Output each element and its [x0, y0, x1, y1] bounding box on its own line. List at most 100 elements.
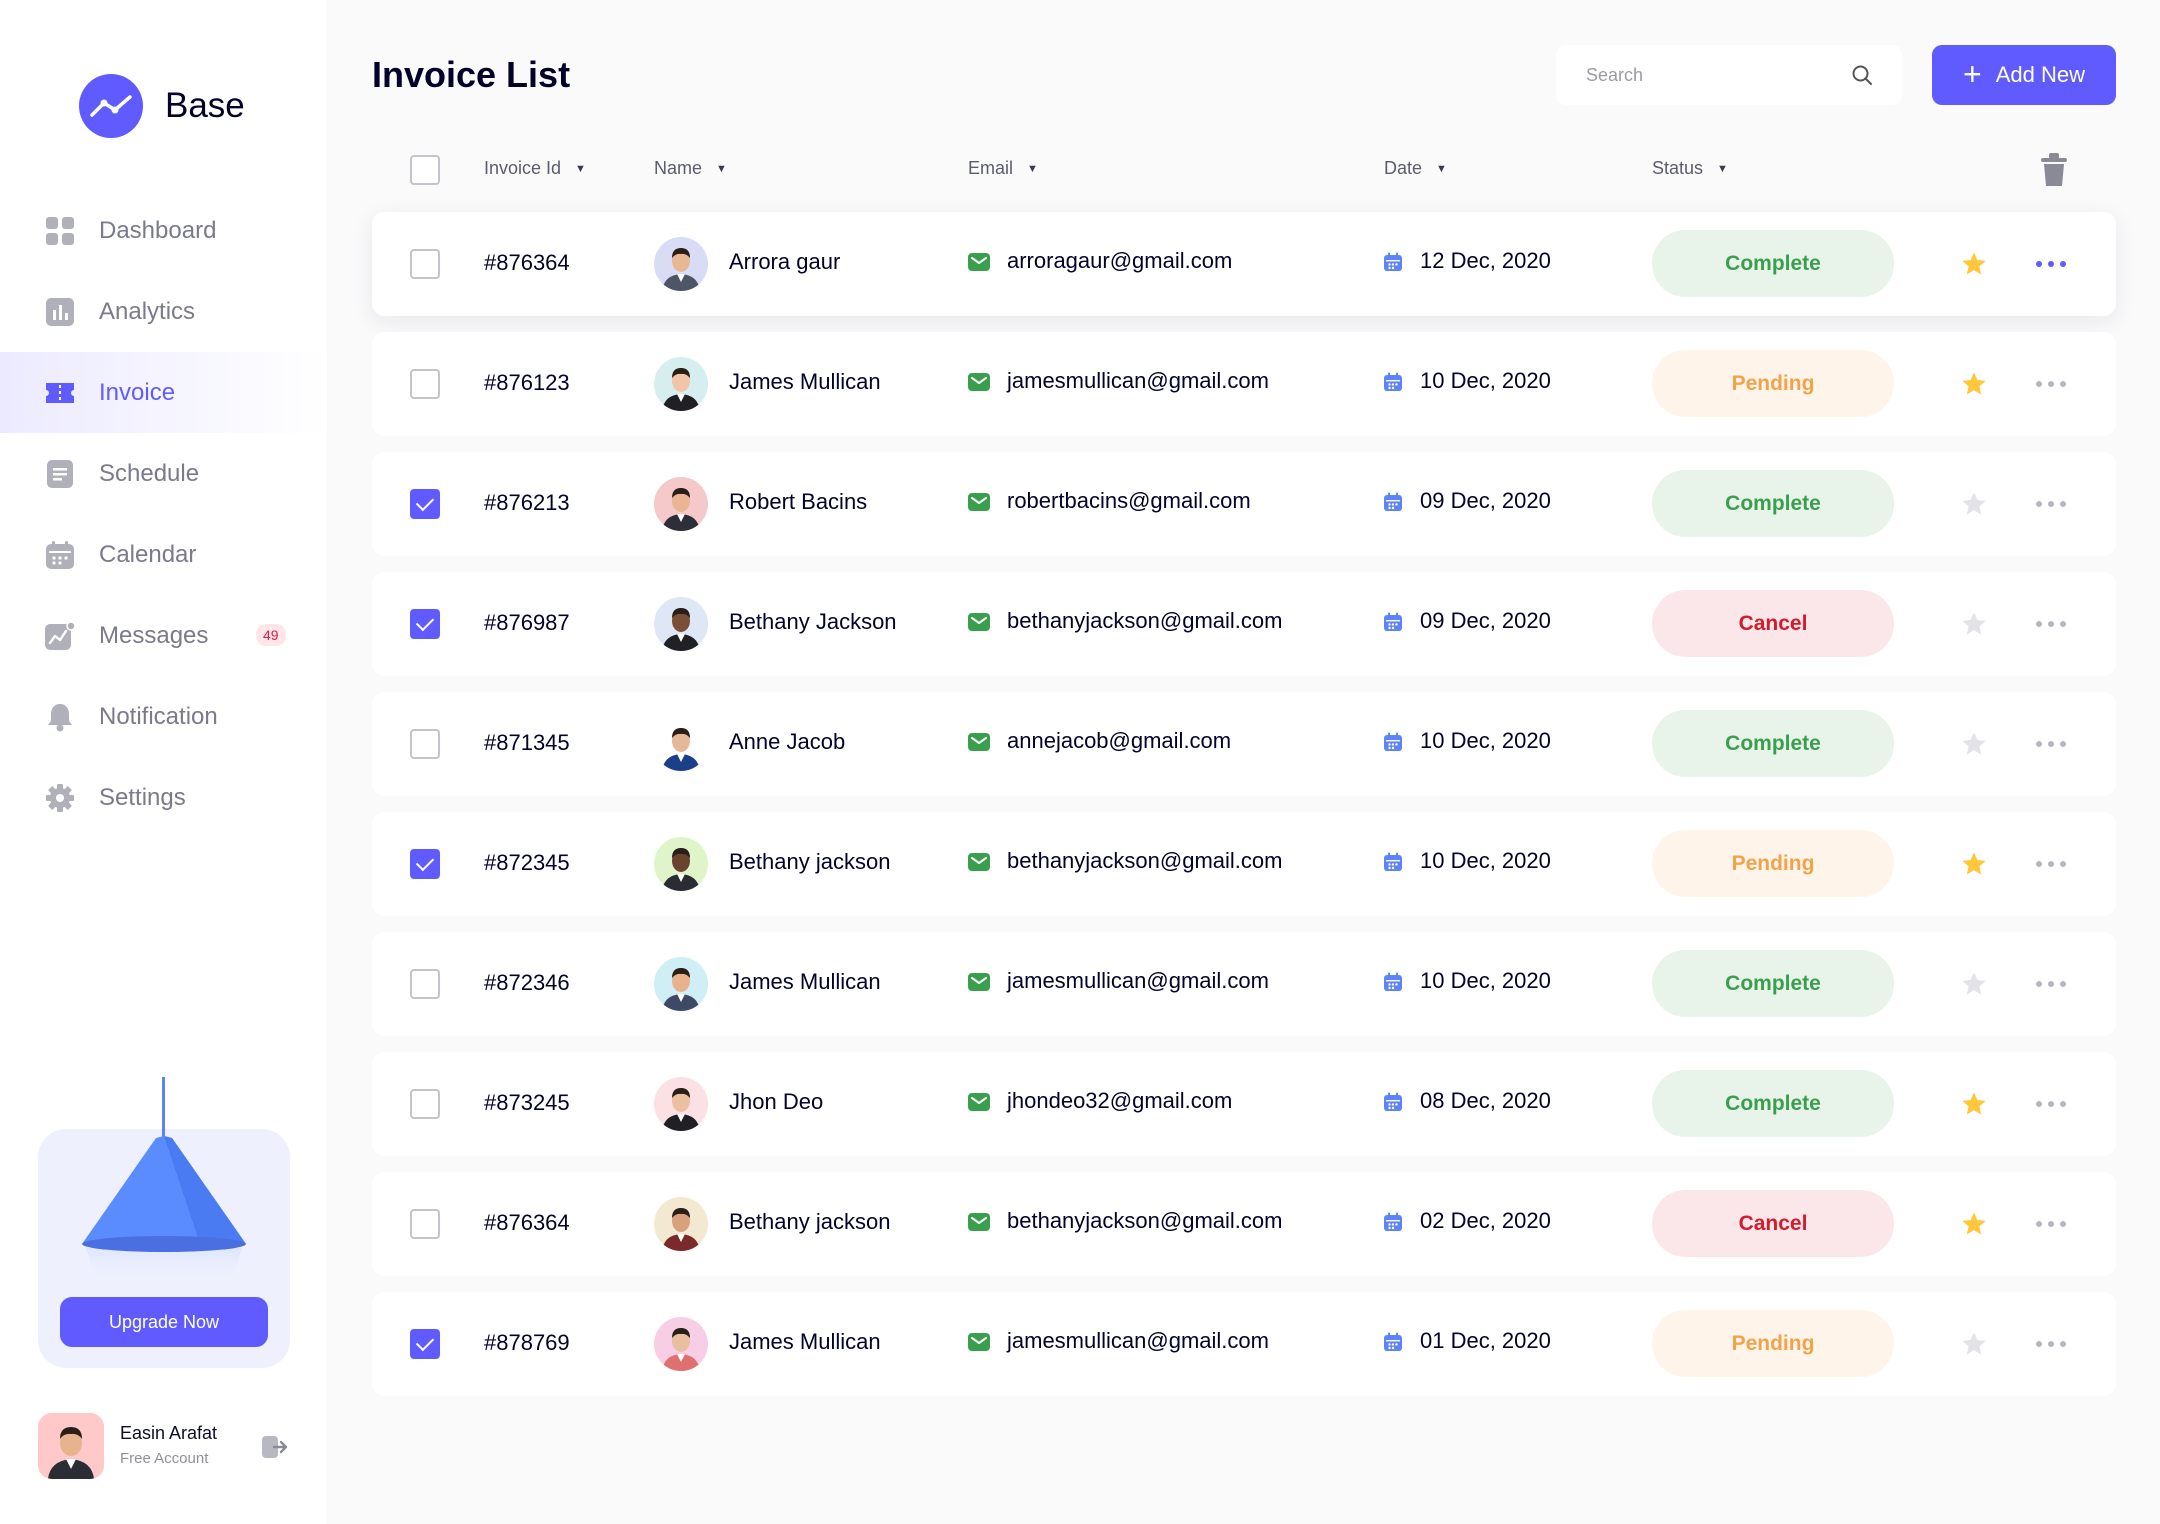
status-badge[interactable]: Complete [1652, 1070, 1894, 1137]
table-row[interactable]: #876364 Bethany jackson bethanyjackson@gma… [372, 1172, 2116, 1276]
invoice-id: #878769 [484, 1330, 570, 1355]
star-icon[interactable] [1960, 490, 1988, 518]
table-row[interactable]: #872345 Bethany jackson bethanyjackson@gma… [372, 812, 2116, 916]
column-header-status[interactable]: Status ▼ [1652, 158, 1728, 179]
row-checkbox[interactable] [410, 369, 440, 399]
invoice-id: #876364 [484, 250, 570, 275]
star-icon[interactable] [1960, 850, 1988, 878]
invoice-date: 02 Dec, 2020 [1420, 1208, 1551, 1233]
status-badge[interactable]: Cancel [1652, 590, 1894, 657]
sidebar-item-schedule[interactable]: Schedule [0, 433, 327, 514]
invoice-date: 10 Dec, 2020 [1420, 848, 1551, 873]
invoice-date: 08 Dec, 2020 [1420, 1088, 1551, 1113]
mail-icon [968, 973, 990, 991]
status-badge[interactable]: Pending [1652, 1310, 1894, 1377]
star-icon[interactable] [1960, 730, 1988, 758]
ticket-icon [44, 377, 76, 409]
more-options-icon[interactable] [2036, 850, 2066, 878]
customer-name: Jhon Deo [729, 1089, 824, 1114]
logout-icon[interactable] [260, 1433, 288, 1461]
avatar [654, 357, 708, 411]
star-icon[interactable] [1960, 970, 1988, 998]
sidebar-item-settings[interactable]: Settings [0, 757, 327, 838]
row-checkbox[interactable] [410, 489, 440, 519]
select-all-checkbox[interactable] [410, 155, 440, 185]
row-checkbox[interactable] [410, 1089, 440, 1119]
customer-email: jhondeo32@gmail.com [1007, 1088, 1233, 1113]
status-badge[interactable]: Complete [1652, 230, 1894, 297]
column-label: Date [1384, 158, 1423, 178]
table-row[interactable]: #876987 Bethany Jackson bethanyjackson@gma… [372, 572, 2116, 676]
mail-icon [968, 613, 990, 631]
search-box [1556, 45, 1902, 105]
column-header-invoice-id[interactable]: Invoice Id ▼ [484, 158, 586, 179]
table-row[interactable]: #876364 Arrora gaur arroragaur@gmail.com 12… [372, 212, 2116, 316]
row-checkbox[interactable] [410, 849, 440, 879]
customer-name: Arrora gaur [729, 249, 841, 274]
trash-icon[interactable] [2038, 152, 2070, 188]
more-options-icon[interactable] [2036, 1330, 2066, 1358]
grid-icon [44, 215, 76, 247]
more-options-icon[interactable] [2036, 250, 2066, 278]
more-options-icon[interactable] [2036, 970, 2066, 998]
table-row[interactable]: #873245 Jhon Deo jhondeo32@gmail.com 08 Dec… [372, 1052, 2116, 1156]
customer-email: bethanyjackson@gmail.com [1007, 608, 1283, 633]
status-badge[interactable]: Complete [1652, 950, 1894, 1017]
status-badge[interactable]: Cancel [1652, 1190, 1894, 1257]
row-checkbox[interactable] [410, 1209, 440, 1239]
more-options-icon[interactable] [2036, 1210, 2066, 1238]
row-checkbox[interactable] [410, 969, 440, 999]
sidebar-item-messages[interactable]: Messages 49 [0, 595, 327, 676]
sidebar-item-dashboard[interactable]: Dashboard [0, 190, 327, 271]
more-options-icon[interactable] [2036, 490, 2066, 518]
table-row[interactable]: #872346 James Mullican jamesmullican@gmail… [372, 932, 2116, 1036]
sidebar-item-label: Settings [99, 783, 186, 811]
sidebar-item-analytics[interactable]: Analytics [0, 271, 327, 352]
customer-email: jamesmullican@gmail.com [1007, 1328, 1269, 1353]
sidebar-item-notification[interactable]: Notification [0, 676, 327, 757]
star-icon[interactable] [1960, 610, 1988, 638]
star-icon[interactable] [1960, 250, 1988, 278]
star-icon[interactable] [1960, 370, 1988, 398]
star-icon[interactable] [1960, 1090, 1988, 1118]
row-checkbox[interactable] [410, 1329, 440, 1359]
invoice-date: 10 Dec, 2020 [1420, 368, 1551, 393]
more-options-icon[interactable] [2036, 730, 2066, 758]
star-icon[interactable] [1960, 1210, 1988, 1238]
customer-name: James Mullican [729, 969, 881, 994]
invoice-id: #872346 [484, 970, 570, 995]
search-input[interactable] [1586, 64, 1826, 86]
upgrade-now-button[interactable]: Upgrade Now [60, 1297, 268, 1347]
mail-icon [968, 853, 990, 871]
row-checkbox[interactable] [410, 729, 440, 759]
status-badge[interactable]: Pending [1652, 830, 1894, 897]
status-badge[interactable]: Complete [1652, 710, 1894, 777]
more-options-icon[interactable] [2036, 1090, 2066, 1118]
brand[interactable]: Base [79, 74, 245, 138]
column-header-date[interactable]: Date ▼ [1384, 158, 1447, 179]
avatar [654, 237, 708, 291]
column-label: Email [968, 158, 1014, 178]
more-options-icon[interactable] [2036, 370, 2066, 398]
column-header-email[interactable]: Email ▼ [968, 158, 1038, 179]
status-badge[interactable]: Pending [1652, 350, 1894, 417]
row-checkbox[interactable] [410, 249, 440, 279]
table-row[interactable]: #876123 James Mullican jamesmullican@gmail… [372, 332, 2116, 436]
sidebar: Base Dashboard Analytics Invoice Schedule Ca… [0, 0, 327, 1524]
search-icon[interactable] [1850, 63, 1874, 87]
column-header-name[interactable]: Name ▼ [654, 158, 727, 179]
more-options-icon[interactable] [2036, 610, 2066, 638]
sidebar-item-calendar[interactable]: Calendar [0, 514, 327, 595]
add-new-button[interactable]: + Add New [1932, 45, 2116, 105]
user-avatar[interactable] [38, 1413, 104, 1479]
star-icon[interactable] [1960, 1330, 1988, 1358]
invoice-id: #871345 [484, 730, 570, 755]
row-checkbox[interactable] [410, 609, 440, 639]
page-title: Invoice List [372, 54, 571, 95]
table-row[interactable]: #876213 Robert Bacins robertbacins@gmail.c… [372, 452, 2116, 556]
sidebar-item-invoice[interactable]: Invoice [0, 352, 327, 433]
table-row[interactable]: #871345 Anne Jacob annejacob@gmail.com 10 D… [372, 692, 2116, 796]
add-new-label: Add New [1995, 62, 2085, 87]
status-badge[interactable]: Complete [1652, 470, 1894, 537]
table-row[interactable]: #878769 James Mullican jamesmullican@gmail… [372, 1292, 2116, 1396]
